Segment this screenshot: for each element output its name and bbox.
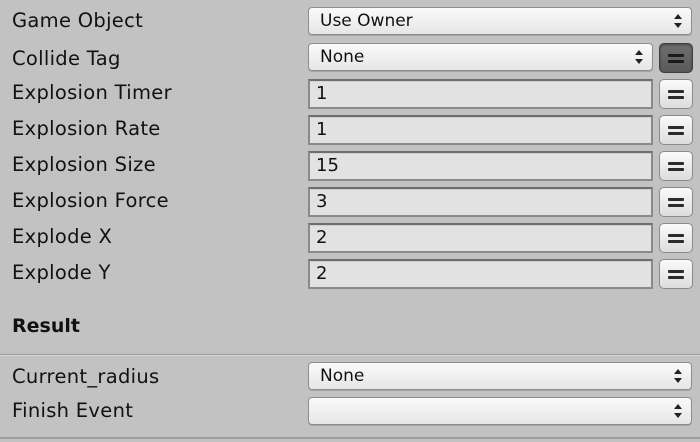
game-object-value: Use Owner bbox=[320, 11, 413, 31]
result-section-title: Result bbox=[12, 315, 80, 337]
current-radius-label: Current_radius bbox=[12, 365, 160, 388]
finish-event-dropdown[interactable] bbox=[308, 397, 692, 425]
updown-arrows-icon bbox=[674, 404, 682, 418]
explode-x-variable-toggle-equals-icon[interactable] bbox=[659, 223, 693, 253]
bottom-divider bbox=[0, 437, 700, 439]
explosion-timer-field[interactable]: 1 bbox=[308, 79, 653, 109]
updown-arrows-icon bbox=[674, 369, 682, 383]
collide-tag-variable-toggle-equals-icon[interactable] bbox=[659, 43, 693, 73]
explosion-timer-variable-toggle-equals-icon[interactable] bbox=[659, 79, 693, 109]
explosion-size-field[interactable]: 15 bbox=[308, 151, 653, 181]
current-radius-dropdown[interactable]: None bbox=[308, 362, 692, 390]
inspector-panel: Game Object Use Owner Collide Tag None E… bbox=[0, 0, 700, 442]
explosion-rate-field[interactable]: 1 bbox=[308, 115, 653, 145]
explosion-force-label: Explosion Force bbox=[12, 189, 169, 212]
explosion-rate-variable-toggle-equals-icon[interactable] bbox=[659, 115, 693, 145]
explode-y-label: Explode Y bbox=[12, 261, 111, 284]
explosion-size-label: Explosion Size bbox=[12, 153, 156, 176]
explosion-size-variable-toggle-equals-icon[interactable] bbox=[659, 151, 693, 181]
explode-y-variable-toggle-equals-icon[interactable] bbox=[659, 259, 693, 289]
updown-arrows-icon bbox=[635, 50, 643, 64]
explosion-force-variable-toggle-equals-icon[interactable] bbox=[659, 187, 693, 217]
current-radius-value: None bbox=[320, 366, 365, 386]
game-object-dropdown[interactable]: Use Owner bbox=[308, 7, 692, 35]
explosion-force-field[interactable]: 3 bbox=[308, 187, 653, 217]
finish-event-label: Finish Event bbox=[12, 399, 134, 422]
game-object-label: Game Object bbox=[12, 9, 144, 32]
collide-tag-dropdown[interactable]: None bbox=[308, 43, 653, 71]
updown-arrows-icon bbox=[674, 14, 682, 28]
explosion-rate-label: Explosion Rate bbox=[12, 117, 161, 140]
explode-x-field[interactable]: 2 bbox=[308, 223, 653, 253]
explode-x-label: Explode X bbox=[12, 225, 113, 248]
collide-tag-value: None bbox=[320, 47, 365, 67]
section-divider bbox=[0, 354, 700, 356]
explosion-timer-label: Explosion Timer bbox=[12, 81, 172, 104]
explode-y-field[interactable]: 2 bbox=[308, 259, 653, 289]
collide-tag-label: Collide Tag bbox=[12, 47, 121, 70]
